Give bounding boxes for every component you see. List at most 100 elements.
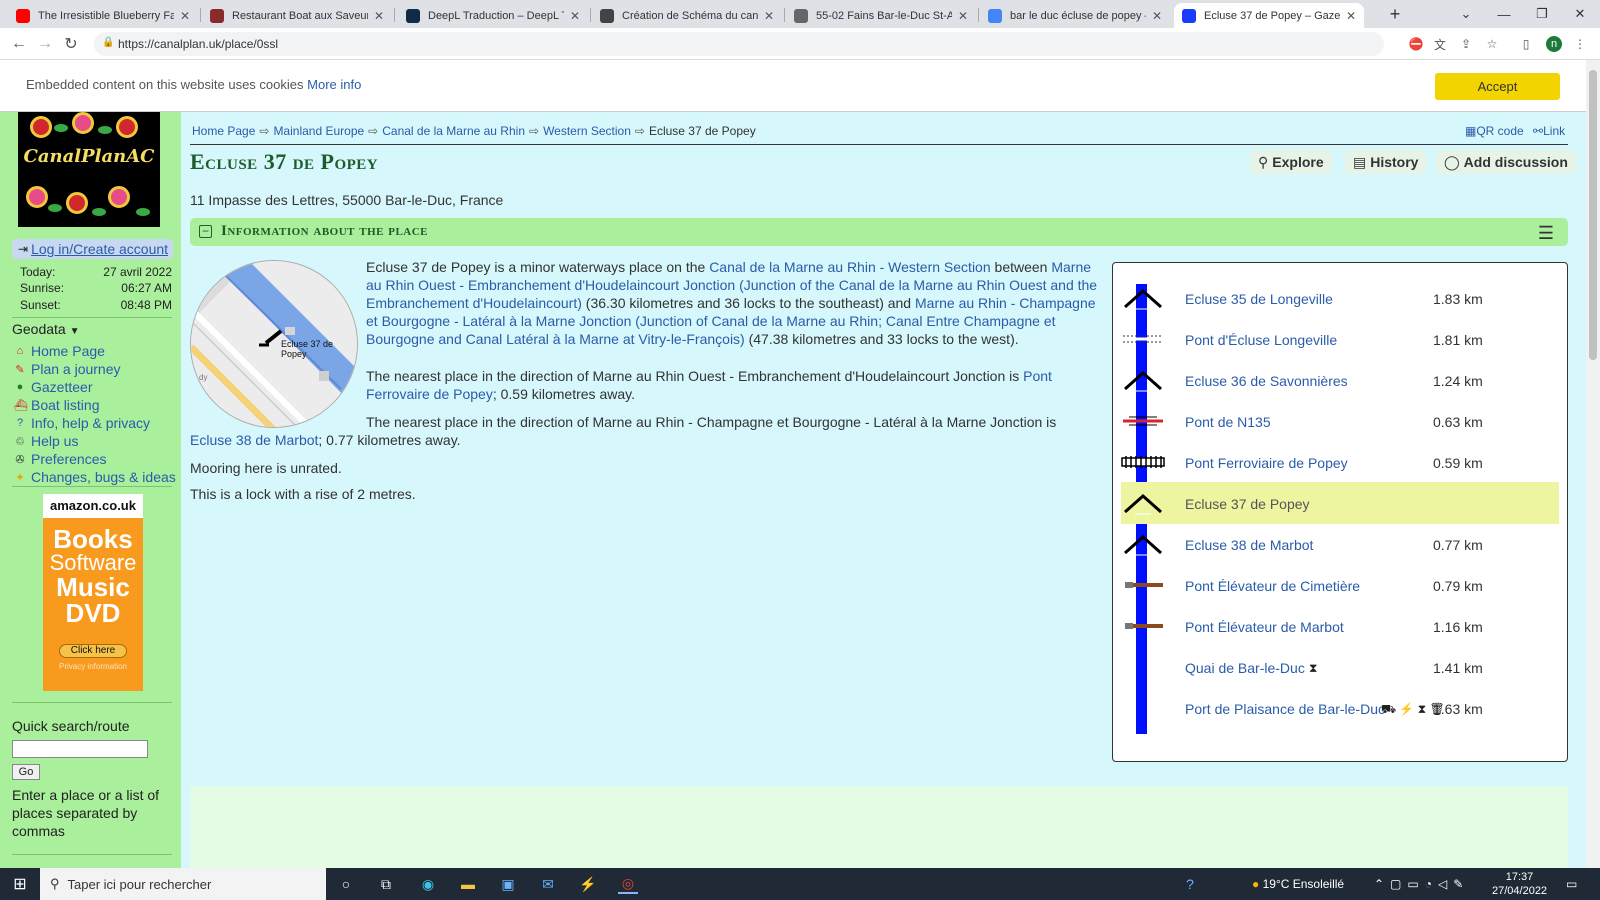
task-view-icon[interactable]: ⧉ (376, 874, 396, 894)
sidebar-menu-item[interactable]: ♲ Help us (14, 433, 78, 449)
quick-search-go-button[interactable]: Go (12, 764, 40, 780)
page-scrollbar[interactable] (1586, 60, 1600, 868)
nearby-place-link[interactable]: Pont de N135 (1185, 414, 1271, 431)
sidebar-menu-item[interactable]: ⌂ Home Page (14, 343, 105, 359)
sidebar-menu-item[interactable]: ✎ Plan a journey (14, 361, 121, 377)
mail-icon[interactable]: ✉ (538, 874, 558, 894)
help-icon[interactable]: ? (1180, 874, 1200, 894)
breadcrumb-link[interactable]: Western Section (543, 124, 631, 138)
nearby-place-row[interactable]: Pont de N135 0.63 km (1121, 400, 1559, 442)
nearby-place-link[interactable]: Pont d'Écluse Longeville (1185, 332, 1337, 349)
nearby-place-link[interactable]: Ecluse 38 de Marbot (1185, 537, 1313, 554)
quick-search-input[interactable] (12, 740, 148, 758)
explore-button[interactable]: ⚲ Explore (1250, 150, 1332, 174)
breadcrumb-link[interactable]: Home Page (192, 124, 255, 138)
sidebar-menu-link[interactable]: Info, help & privacy (31, 415, 150, 431)
weather-widget[interactable]: ● 19°C Ensoleillé (1252, 877, 1344, 891)
tab-close-icon[interactable]: ✕ (1346, 9, 1356, 23)
nearby-place-row[interactable]: Pont Élévateur de Marbot 1.16 km (1121, 605, 1559, 647)
notifications-icon[interactable]: ▭ (1566, 877, 1577, 891)
collapse-icon[interactable]: − (199, 225, 212, 238)
nearby-place-link[interactable]: Quai de Bar-le-Duc (1185, 660, 1305, 677)
tab-close-icon[interactable]: ✕ (1152, 9, 1162, 23)
history-button[interactable]: ▤ History (1345, 150, 1427, 174)
hamburger-menu-icon[interactable]: ☰ (1538, 223, 1554, 244)
extension-icon[interactable]: ⛔ (1408, 36, 1424, 52)
tab-close-icon[interactable]: ✕ (180, 9, 190, 23)
close-window-button[interactable]: ✕ (1560, 0, 1600, 28)
nearby-place-link[interactable]: Ecluse 35 de Longeville (1185, 291, 1333, 308)
tab-close-icon[interactable]: ✕ (570, 9, 580, 23)
nearby-place-row[interactable]: Ecluse 35 de Longeville 1.83 km (1121, 277, 1559, 319)
location-map[interactable]: Ecluse 37 de Popey dy (190, 260, 358, 428)
chrome-icon[interactable]: ◎ (618, 874, 638, 894)
breadcrumb-link[interactable]: Mainland Europe (273, 124, 364, 138)
nearby-place-link[interactable]: Pont Élévateur de Cimetière (1185, 578, 1360, 595)
bookmark-star-icon[interactable]: ☆ (1484, 36, 1500, 52)
app-icon[interactable]: ⚡ (578, 874, 598, 894)
geodata-dropdown[interactable]: Geodata ▼ (12, 321, 80, 337)
sidebar-menu-item[interactable]: ✇ Preferences (14, 451, 106, 467)
accept-cookies-button[interactable]: Accept (1435, 73, 1560, 100)
nearby-place-row[interactable]: Pont Ferroviaire de Popey 0.59 km (1121, 441, 1559, 483)
tab-close-icon[interactable]: ✕ (374, 9, 384, 23)
tab-search-icon[interactable]: ⌄ (1446, 0, 1486, 28)
sidebar-menu-item[interactable]: ⛴ Boat listing (14, 397, 99, 413)
browser-tab[interactable]: Restaurant Boat aux Saveurs – M ✕ (202, 3, 392, 28)
browser-tab[interactable]: Ecluse 37 de Popey – Gazetteer ✕ (1174, 3, 1364, 28)
store-icon[interactable]: ▣ (498, 874, 518, 894)
sidebar-menu-link[interactable]: Home Page (31, 343, 105, 359)
nearby-place-link[interactable]: Pont Ferroviaire de Popey (1185, 455, 1348, 472)
info-section-header[interactable]: − Information about the place ☰ (190, 218, 1568, 246)
sidebar-menu-link[interactable]: Plan a journey (31, 361, 121, 377)
edge-icon[interactable]: ◉ (418, 874, 438, 894)
ad-click-here-button[interactable]: Click here (59, 644, 127, 658)
browser-tab[interactable]: The Irresistible Blueberry Farm 2 ✕ (8, 3, 198, 28)
forward-button[interactable]: → (34, 33, 56, 55)
clock[interactable]: 17:37 27/04/2022 (1492, 870, 1547, 898)
share-icon[interactable]: ⇪ (1458, 36, 1474, 52)
new-tab-button[interactable]: + (1375, 0, 1415, 28)
sidebar-menu-item[interactable]: ? Info, help & privacy (14, 415, 150, 431)
sidebar-menu-link[interactable]: Gazetteer (31, 379, 92, 395)
windows-start-icon[interactable]: ⊞ (10, 874, 30, 894)
cortana-icon[interactable]: ○ (336, 874, 356, 894)
nearby-place-link[interactable]: Port de Plaisance de Bar-le-Duc (1185, 701, 1385, 718)
side-panel-icon[interactable]: ▯ (1518, 36, 1534, 52)
browser-menu-icon[interactable]: ⋮ (1572, 36, 1588, 52)
scrollbar-thumb[interactable] (1589, 70, 1597, 360)
taskbar-search[interactable]: ⚲ Taper ici pour rechercher (40, 868, 326, 900)
permalink[interactable]: ⚯Link (1533, 124, 1565, 138)
sidebar-menu-link[interactable]: Help us (31, 433, 78, 449)
canalplan-logo[interactable]: CanalPlanAC (18, 112, 160, 227)
canal-section-link[interactable]: Canal de la Marne au Rhin - Western Sect… (709, 259, 990, 275)
cookie-more-info-link[interactable]: More info (307, 77, 361, 92)
nearest-west-link[interactable]: Ecluse 38 de Marbot (190, 432, 318, 448)
maximize-button[interactable]: ❐ (1522, 0, 1562, 28)
system-tray-icons[interactable]: ⌃▢▭◔◁✎ (1374, 877, 1469, 891)
nearby-place-link[interactable]: Pont Élévateur de Marbot (1185, 619, 1344, 636)
qr-code-link[interactable]: ▦QR code (1465, 124, 1524, 138)
sidebar-menu-link[interactable]: Preferences (31, 451, 106, 467)
reload-button[interactable]: ↻ (60, 33, 82, 55)
nearby-place-link[interactable]: Ecluse 36 de Savonnières (1185, 373, 1348, 390)
nearby-place-row[interactable]: Ecluse 38 de Marbot 0.77 km (1121, 523, 1559, 565)
add-discussion-button[interactable]: ◯ Add discussion (1436, 150, 1576, 174)
profile-avatar[interactable]: n (1546, 36, 1562, 52)
back-button[interactable]: ← (8, 33, 30, 55)
minimize-button[interactable]: — (1484, 0, 1524, 28)
browser-tab[interactable]: bar le duc écluse de popey – Re ✕ (980, 3, 1170, 28)
browser-tab[interactable]: 55-02 Fains Bar-le-Duc St-Aman ✕ (786, 3, 976, 28)
tab-close-icon[interactable]: ✕ (764, 9, 774, 23)
login-link[interactable]: Log in/Create account (31, 241, 168, 257)
translate-icon[interactable]: 文 (1432, 36, 1448, 52)
nearby-place-row[interactable]: Pont Élévateur de Cimetière 0.79 km (1121, 564, 1559, 606)
amazon-ad-banner[interactable]: amazon.co.uk Books Software Music DVD Cl… (43, 494, 143, 691)
sidebar-menu-item[interactable]: ✦ Changes, bugs & ideas (14, 469, 175, 485)
browser-tab[interactable]: DeepL Traduction – DeepL Trans ✕ (398, 3, 588, 28)
nearby-place-row[interactable]: Quai de Bar-le-Duc ⧗ 1.41 km (1121, 646, 1559, 688)
file-explorer-icon[interactable]: ▬ (458, 874, 478, 894)
nearby-place-row[interactable]: Ecluse 36 de Savonnières 1.24 km (1121, 359, 1559, 401)
tab-close-icon[interactable]: ✕ (958, 9, 968, 23)
sidebar-menu-link[interactable]: Boat listing (31, 397, 99, 413)
